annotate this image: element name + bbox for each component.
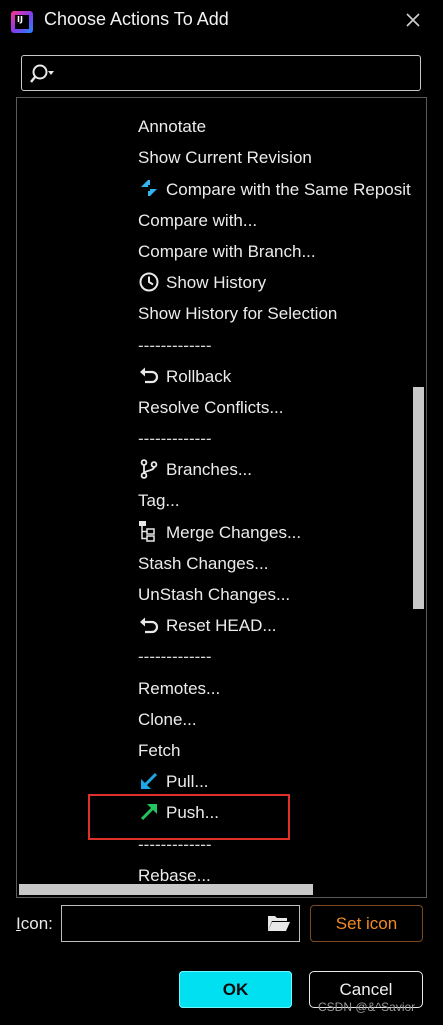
separator-item[interactable]: ------------- <box>17 641 410 672</box>
action-item-remotes[interactable]: Remotes... <box>17 673 410 704</box>
watermark: CSDN @&^Savior <box>318 1000 416 1014</box>
undo-icon <box>138 364 160 386</box>
separator-item[interactable]: ------------- <box>17 330 410 361</box>
actions-list: ------------- Annotate Show Current Revisi… <box>17 98 411 891</box>
action-item-label: ------------- <box>138 429 212 449</box>
action-item-push[interactable]: Push... <box>17 797 410 828</box>
action-item-label: ------------- <box>138 335 212 355</box>
action-item-resolve-conflicts[interactable]: Resolve Conflicts... <box>17 392 410 423</box>
action-item-compare-with-branch[interactable]: Compare with Branch... <box>17 236 410 267</box>
action-item-reset-head[interactable]: Reset HEAD... <box>17 610 410 641</box>
action-item-label: Rebase... <box>138 865 211 885</box>
action-item-label: Tag... <box>138 491 180 511</box>
set-icon-button[interactable]: Set icon <box>310 905 423 942</box>
action-item-label: Stash Changes... <box>138 553 269 573</box>
undo-icon <box>138 614 160 636</box>
action-item-label: Rollback <box>166 366 232 386</box>
action-item-label: Remotes... <box>138 678 221 698</box>
action-item-label: Clone... <box>138 709 197 729</box>
folder-open-icon[interactable] <box>267 913 291 933</box>
action-item-show-history[interactable]: Show History <box>17 267 410 298</box>
action-item-label: Reset HEAD... <box>166 616 277 636</box>
action-item-label: Merge Changes... <box>166 522 302 542</box>
action-item-label: Pull... <box>166 772 209 792</box>
action-item-label: ------------- <box>138 834 212 854</box>
title-bar: IJ Choose Actions To Add <box>0 0 443 42</box>
action-item-label: Compare with the Same Reposit <box>166 179 411 199</box>
action-item-clone[interactable]: Clone... <box>17 704 410 735</box>
branch-icon <box>138 458 160 480</box>
action-item-label: ------------- <box>138 647 212 667</box>
action-item-tag[interactable]: Tag... <box>17 485 410 516</box>
action-item-label: UnStash Changes... <box>138 585 291 604</box>
intellij-logo-icon: IJ <box>11 11 33 33</box>
search-icon[interactable] <box>30 62 58 84</box>
ok-button[interactable]: OK <box>179 971 292 1008</box>
close-button[interactable] <box>402 9 424 31</box>
action-item-label: Resolve Conflicts... <box>138 397 284 417</box>
search-input[interactable] <box>62 60 416 88</box>
action-item-pull[interactable]: Pull... <box>17 766 410 797</box>
action-item-label: Annotate <box>138 117 207 137</box>
action-item-stash-changes[interactable]: Stash Changes... <box>17 548 410 579</box>
action-item-fetch[interactable]: Fetch <box>17 735 410 766</box>
compare-icon <box>138 177 160 199</box>
icon-path-field[interactable] <box>61 905 300 942</box>
separator-item[interactable]: ------------- <box>17 829 410 860</box>
close-icon <box>406 13 420 27</box>
action-item-label: Show Current Revision <box>138 148 312 168</box>
action-item-merge-changes[interactable]: Merge Changes... <box>17 517 410 548</box>
action-item-label: Compare with Branch... <box>138 241 316 261</box>
push-arrow-icon <box>138 801 160 823</box>
actions-tree[interactable]: ------------- Annotate Show Current Revisi… <box>16 97 427 898</box>
action-item-rollback[interactable]: Rollback <box>17 361 410 392</box>
horizontal-scrollbar-thumb[interactable] <box>19 884 313 895</box>
icon-label: Icon: <box>16 914 53 933</box>
action-item-unstash-changes[interactable]: UnStash Changes... <box>17 579 410 610</box>
action-item-label: Show History for Selection <box>138 304 338 324</box>
action-item-label: Push... <box>166 803 219 823</box>
clock-icon <box>138 271 160 293</box>
pull-arrow-icon <box>138 770 160 792</box>
action-item-show-history-for-selection[interactable]: Show History for Selection <box>17 298 410 329</box>
action-item-label: Branches... <box>166 460 252 480</box>
action-item-show-current-revision[interactable]: Show Current Revision <box>17 142 410 173</box>
action-item-label: Show History <box>166 273 267 293</box>
search-box[interactable] <box>21 55 421 91</box>
action-item-compare-with[interactable]: Compare with... <box>17 205 410 236</box>
merge-icon <box>138 520 160 542</box>
separator-item[interactable]: ------------- <box>17 423 410 454</box>
separator-item[interactable]: ------------- <box>17 98 410 111</box>
action-item-label: Fetch <box>138 740 181 760</box>
action-item-label: ------------- <box>138 98 212 105</box>
action-item-label: Compare with... <box>138 210 258 230</box>
dialog-title: Choose Actions To Add <box>44 9 229 29</box>
action-item-compare-with-the-same-reposit[interactable]: Compare with the Same Reposit <box>17 174 411 205</box>
action-item-branches[interactable]: Branches... <box>17 454 410 485</box>
vertical-scrollbar-thumb[interactable] <box>413 387 424 609</box>
action-item-annotate[interactable]: Annotate <box>17 111 410 142</box>
